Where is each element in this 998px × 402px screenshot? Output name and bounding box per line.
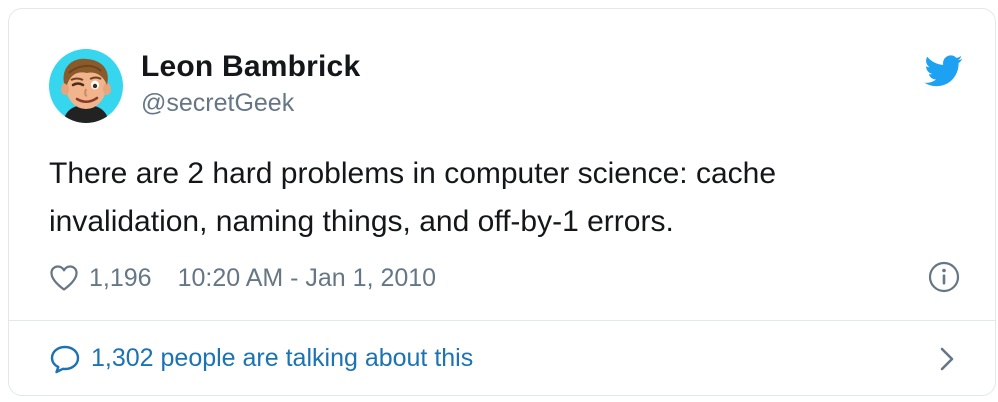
tweet-card: Leon Bambrick @secretGeek There are 2 ha…: [8, 8, 996, 396]
conversation-label[interactable]: 1,302 people are talking about this: [91, 344, 473, 373]
author-handle[interactable]: @secretGeek: [141, 89, 294, 118]
tweet-meta: 1,196 10:20 AM - Jan 1, 2010: [49, 258, 436, 298]
chevron-right-icon[interactable]: [937, 345, 957, 373]
avatar[interactable]: [49, 49, 123, 123]
author-name[interactable]: Leon Bambrick: [141, 50, 360, 84]
twitter-bird-icon[interactable]: [924, 55, 963, 87]
tweet-timestamp[interactable]: 10:20 AM - Jan 1, 2010: [178, 264, 437, 293]
avatar-illustration: [49, 49, 123, 123]
info-icon[interactable]: [928, 261, 960, 293]
like-count[interactable]: 1,196: [89, 264, 152, 293]
conversation-link[interactable]: 1,302 people are talking about this: [9, 321, 995, 396]
tweet-text: There are 2 hard problems in computer sc…: [49, 157, 777, 238]
heart-icon[interactable]: [49, 264, 79, 292]
speech-bubble-icon: [49, 343, 81, 375]
